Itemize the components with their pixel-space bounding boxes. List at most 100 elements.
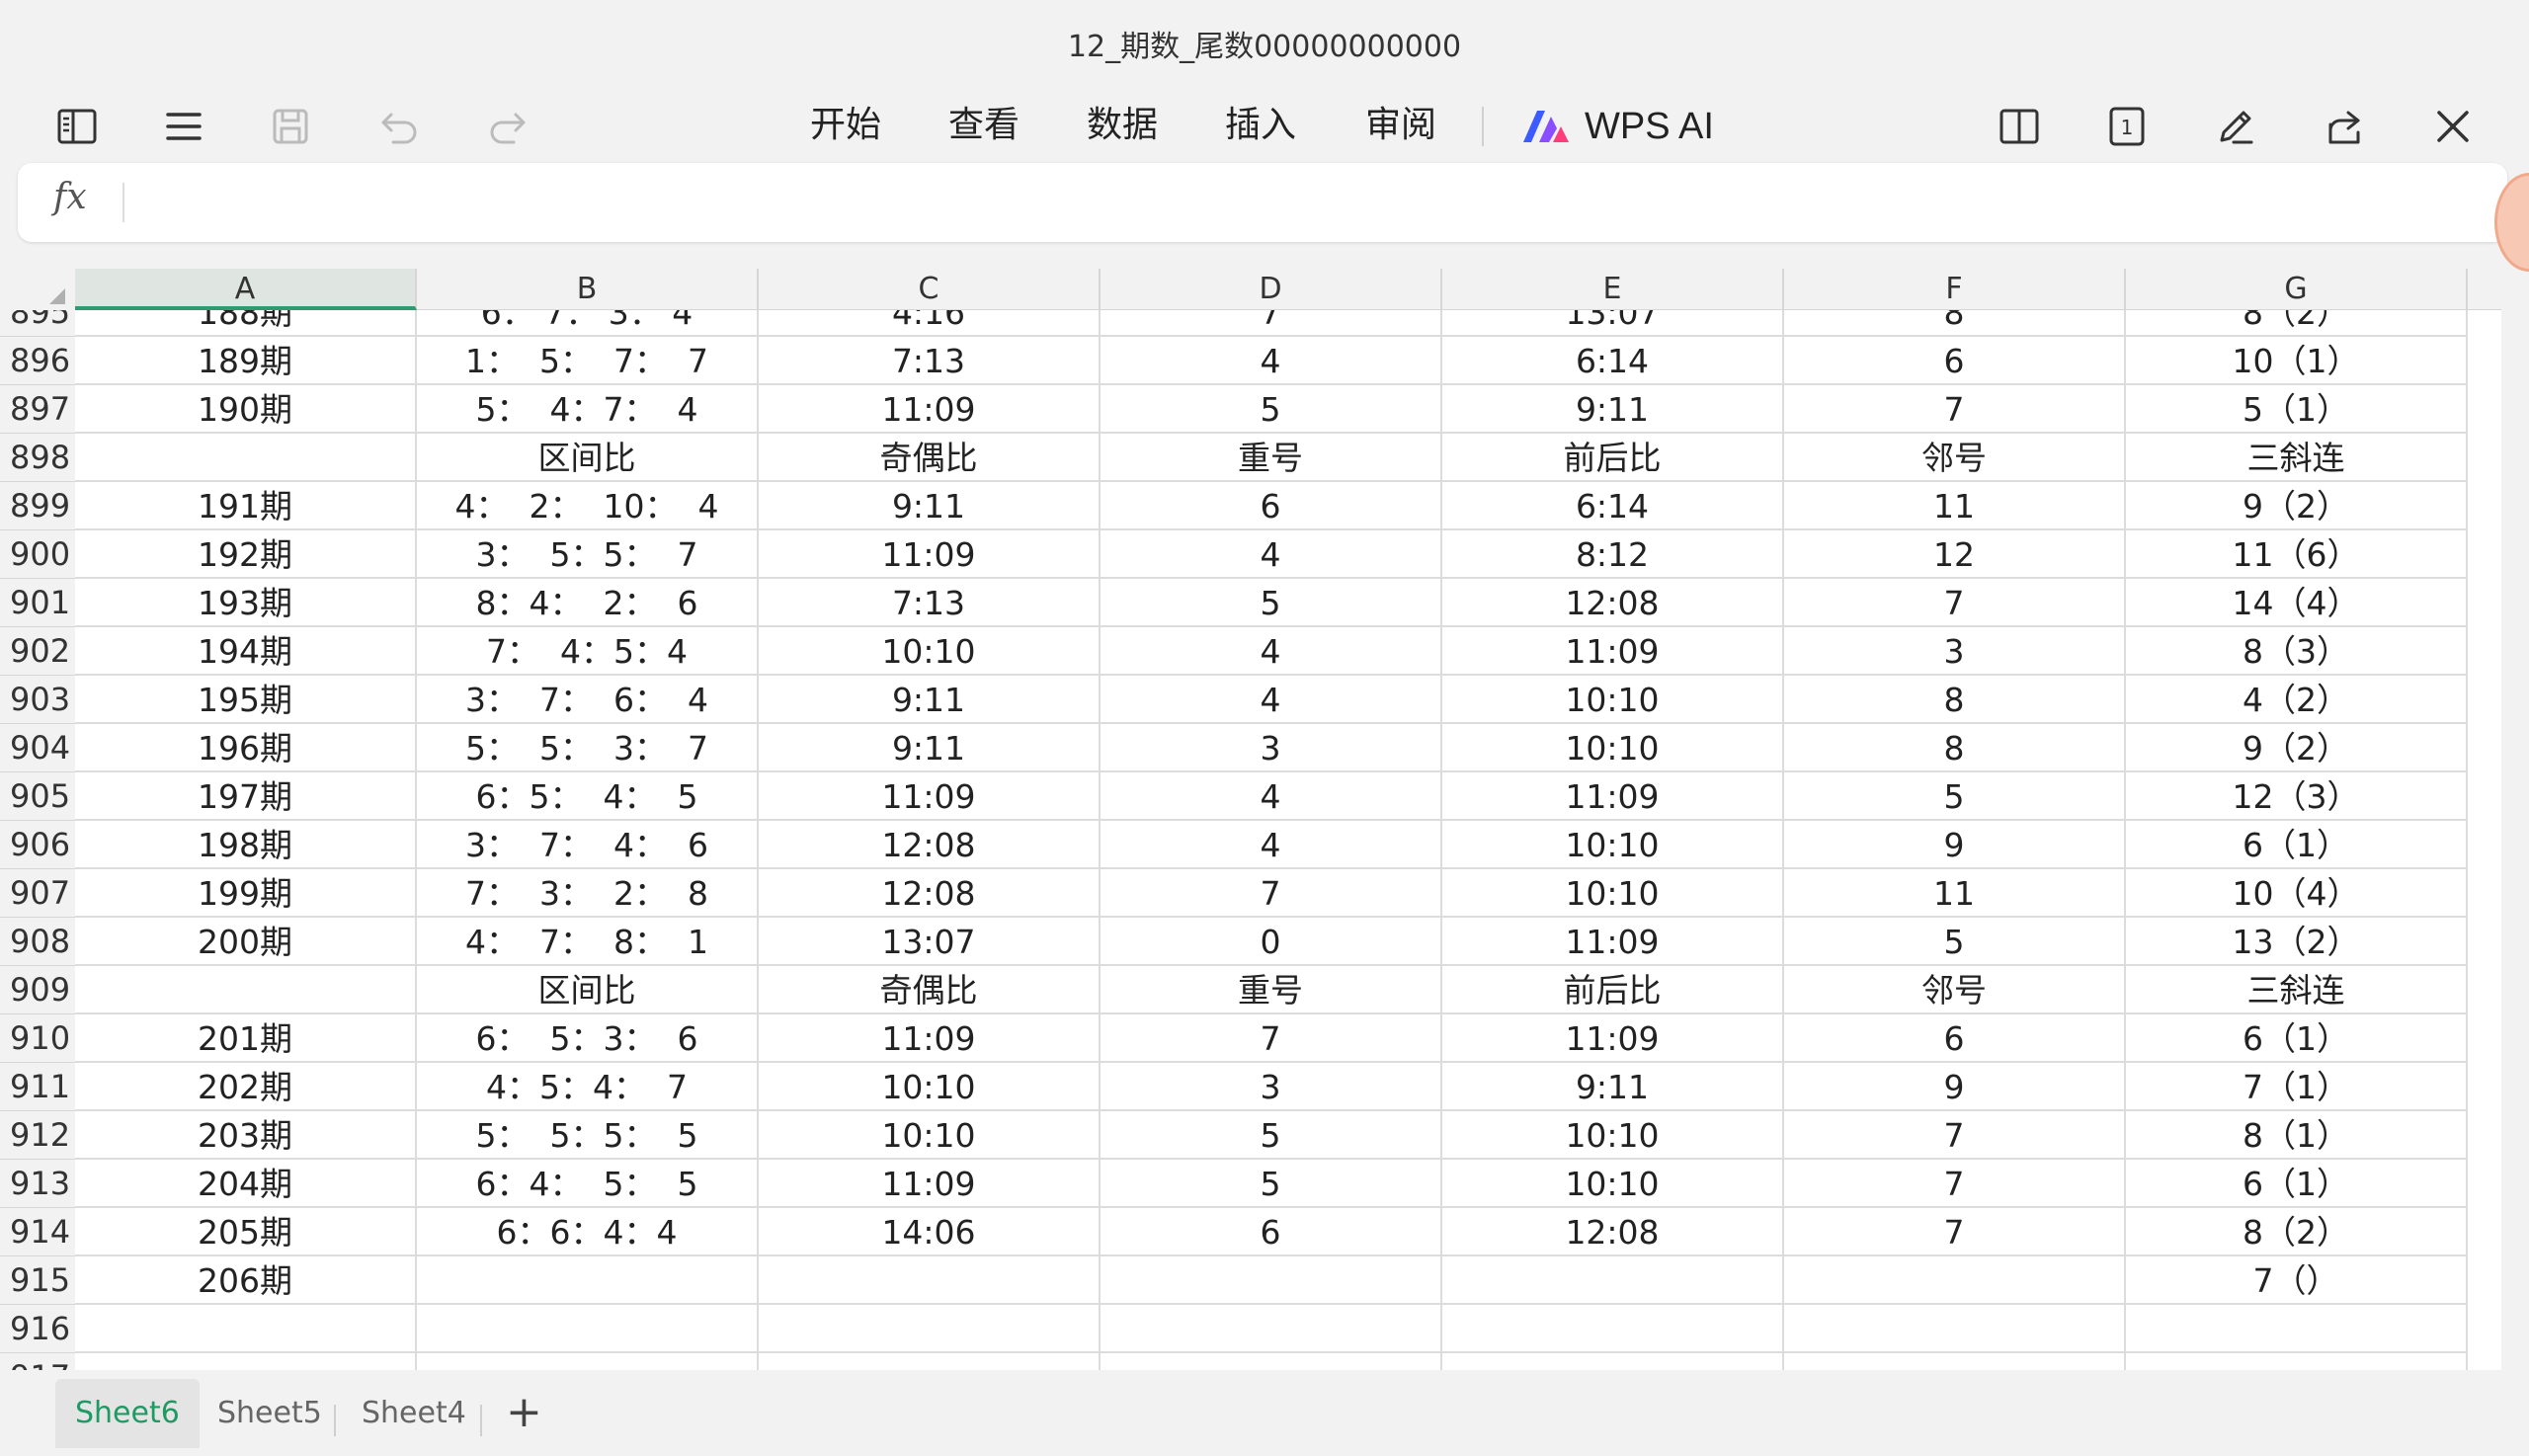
menu-data[interactable]: 数据 — [1087, 101, 1158, 150]
cell-a903[interactable]: 195期 — [75, 676, 417, 724]
cell-e907[interactable]: 10:10 — [1442, 869, 1784, 918]
cell-c900[interactable]: 11:09 — [759, 530, 1101, 579]
cell-a899[interactable]: 191期 — [75, 482, 417, 530]
cell-b905[interactable]: 6：5： 4： 5 — [417, 772, 759, 821]
cell-b913[interactable]: 6：4： 5： 5 — [417, 1160, 759, 1208]
cell-g901[interactable]: 14（4） — [2126, 579, 2468, 627]
cell-g907[interactable]: 10（4） — [2126, 869, 2468, 918]
cell-g913[interactable]: 6（1） — [2126, 1160, 2468, 1208]
cell-c916[interactable] — [759, 1305, 1101, 1353]
row-header[interactable]: 898 — [0, 434, 75, 482]
cell-a915[interactable]: 206期 — [75, 1256, 417, 1305]
cell-d897[interactable]: 5 — [1101, 385, 1442, 434]
cell-a907[interactable]: 199期 — [75, 869, 417, 918]
column-header-g[interactable]: G — [2126, 269, 2468, 310]
cell-g916[interactable] — [2126, 1305, 2468, 1353]
cell-e902[interactable]: 11:09 — [1442, 627, 1784, 676]
cell-d917[interactable] — [1101, 1353, 1442, 1370]
cell-b904[interactable]: 5： 5： 3： 7 — [417, 724, 759, 772]
cell-g896[interactable]: 10（1） — [2126, 337, 2468, 385]
cell-d901[interactable]: 5 — [1101, 579, 1442, 627]
split-view-icon[interactable] — [1992, 99, 2047, 154]
redo-icon[interactable] — [480, 99, 535, 154]
row-header[interactable]: 907 — [0, 869, 75, 918]
row-header[interactable]: 915 — [0, 1256, 75, 1305]
cell-e911[interactable]: 9:11 — [1442, 1063, 1784, 1111]
column-header-e[interactable]: E — [1442, 269, 1784, 310]
cell-b899[interactable]: 4： 2： 10： 4 — [417, 482, 759, 530]
cell-d899[interactable]: 6 — [1101, 482, 1442, 530]
row-header[interactable]: 911 — [0, 1063, 75, 1111]
close-icon[interactable] — [2425, 99, 2481, 154]
row-header[interactable]: 909 — [0, 966, 75, 1014]
cell-d910[interactable]: 7 — [1101, 1014, 1442, 1063]
cell-d906[interactable]: 4 — [1101, 821, 1442, 869]
cell-g904[interactable]: 9（2） — [2126, 724, 2468, 772]
cell-f911[interactable]: 9 — [1784, 1063, 2126, 1111]
sidebar-panel-icon[interactable] — [49, 99, 105, 154]
cell-c903[interactable]: 9:11 — [759, 676, 1101, 724]
cell-f907[interactable]: 11 — [1784, 869, 2126, 918]
cell-f915[interactable] — [1784, 1256, 2126, 1305]
cell-d900[interactable]: 4 — [1101, 530, 1442, 579]
cell-g914[interactable]: 8（2） — [2126, 1208, 2468, 1256]
cell-f896[interactable]: 6 — [1784, 337, 2126, 385]
cell-g897[interactable]: 5（1） — [2126, 385, 2468, 434]
cell-d903[interactable]: 4 — [1101, 676, 1442, 724]
cell-b910[interactable]: 6： 5：3： 6 — [417, 1014, 759, 1063]
cell-e916[interactable] — [1442, 1305, 1784, 1353]
cell-g898[interactable]: 三斜连 — [2126, 434, 2468, 482]
cell-e909[interactable]: 前后比 — [1442, 966, 1784, 1014]
cell-c897[interactable]: 11:09 — [759, 385, 1101, 434]
cell-c909[interactable]: 奇偶比 — [759, 966, 1101, 1014]
cell-f904[interactable]: 8 — [1784, 724, 2126, 772]
cell-g910[interactable]: 6（1） — [2126, 1014, 2468, 1063]
cell-c896[interactable]: 7:13 — [759, 337, 1101, 385]
cell-b909[interactable]: 区间比 — [417, 966, 759, 1014]
cell-g899[interactable]: 9（2） — [2126, 482, 2468, 530]
cell-d896[interactable]: 4 — [1101, 337, 1442, 385]
cell-a898[interactable] — [75, 434, 417, 482]
cell-e917[interactable] — [1442, 1353, 1784, 1370]
share-icon[interactable] — [2317, 99, 2372, 154]
row-header[interactable]: 917 — [0, 1353, 75, 1370]
pen-icon[interactable] — [2208, 99, 2263, 154]
cell-g909[interactable]: 三斜连 — [2126, 966, 2468, 1014]
row-header[interactable]: 902 — [0, 627, 75, 676]
cell-c901[interactable]: 7:13 — [759, 579, 1101, 627]
cell-b915[interactable] — [417, 1256, 759, 1305]
cell-e910[interactable]: 11:09 — [1442, 1014, 1784, 1063]
cell-e905[interactable]: 11:09 — [1442, 772, 1784, 821]
cell-c899[interactable]: 9:11 — [759, 482, 1101, 530]
cell-c904[interactable]: 9:11 — [759, 724, 1101, 772]
row-header[interactable]: 897 — [0, 385, 75, 434]
row-header[interactable]: 905 — [0, 772, 75, 821]
cell-g902[interactable]: 8（3） — [2126, 627, 2468, 676]
cell-a917[interactable] — [75, 1353, 417, 1370]
cell-g903[interactable]: 4（2） — [2126, 676, 2468, 724]
cell-f914[interactable]: 7 — [1784, 1208, 2126, 1256]
cell-g905[interactable]: 12（3） — [2126, 772, 2468, 821]
select-all-corner[interactable] — [0, 269, 75, 310]
cell-c911[interactable]: 10:10 — [759, 1063, 1101, 1111]
cell-c905[interactable]: 11:09 — [759, 772, 1101, 821]
row-header[interactable]: 899 — [0, 482, 75, 530]
cell-c914[interactable]: 14:06 — [759, 1208, 1101, 1256]
row-header[interactable]: 913 — [0, 1160, 75, 1208]
cell-a904[interactable]: 196期 — [75, 724, 417, 772]
cell-e912[interactable]: 10:10 — [1442, 1111, 1784, 1160]
row-header[interactable]: 908 — [0, 918, 75, 966]
cell-f903[interactable]: 8 — [1784, 676, 2126, 724]
menu-review[interactable]: 审阅 — [1365, 101, 1436, 150]
cell-b914[interactable]: 6：6：4：4 — [417, 1208, 759, 1256]
cell-e904[interactable]: 10:10 — [1442, 724, 1784, 772]
cell-g900[interactable]: 11（6） — [2126, 530, 2468, 579]
cell-g915[interactable]: 7（） — [2126, 1256, 2468, 1305]
menu-view[interactable]: 查看 — [948, 101, 1020, 150]
cell-d916[interactable] — [1101, 1305, 1442, 1353]
row-header[interactable]: 912 — [0, 1111, 75, 1160]
row-header[interactable]: 914 — [0, 1208, 75, 1256]
cell-d912[interactable]: 5 — [1101, 1111, 1442, 1160]
cell-c912[interactable]: 10:10 — [759, 1111, 1101, 1160]
cell-e914[interactable]: 12:08 — [1442, 1208, 1784, 1256]
